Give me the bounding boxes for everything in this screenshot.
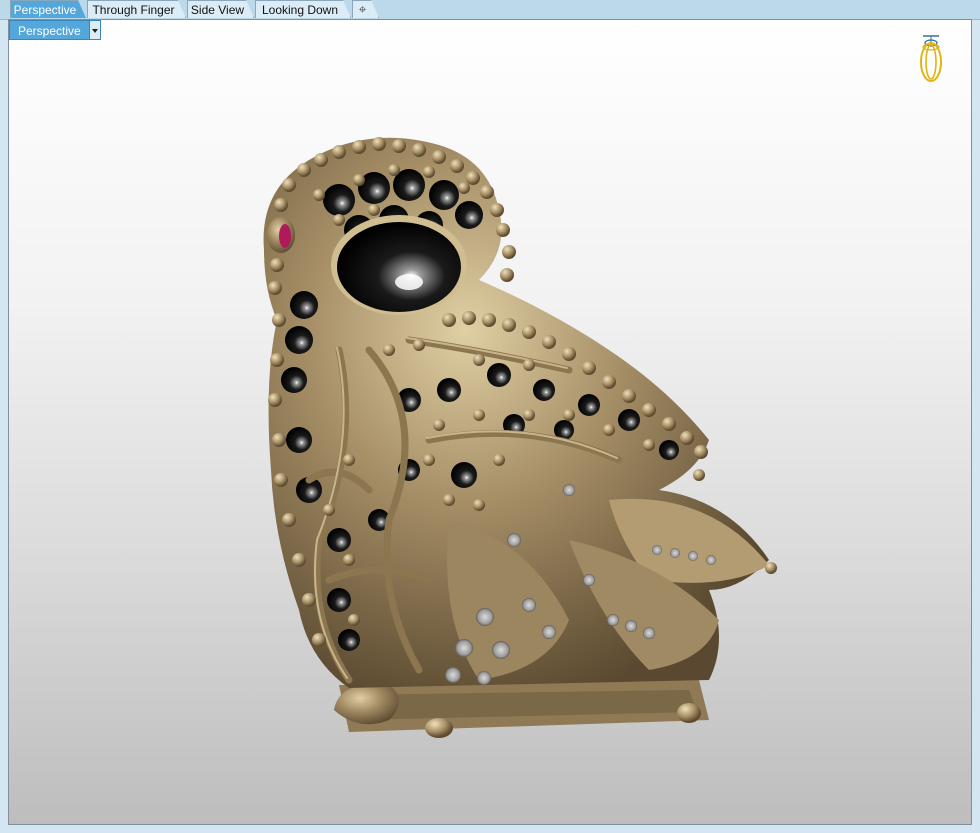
tab-looking-down[interactable]: Looking Down xyxy=(255,0,351,18)
3d-viewport[interactable]: Perspective xyxy=(8,19,972,825)
window-bottom-edge xyxy=(0,825,980,833)
plus-icon: ⌖ xyxy=(358,1,367,17)
viewport-tab-bar: Perspective Through Finger Side View Loo… xyxy=(0,0,980,20)
tab-perspective[interactable]: Perspective xyxy=(10,0,86,18)
ring-model-render xyxy=(263,137,777,738)
add-tab-button[interactable]: ⌖ xyxy=(352,0,379,18)
tab-through-finger[interactable]: Through Finger xyxy=(87,0,186,18)
tab-side-view[interactable]: Side View xyxy=(187,0,254,18)
